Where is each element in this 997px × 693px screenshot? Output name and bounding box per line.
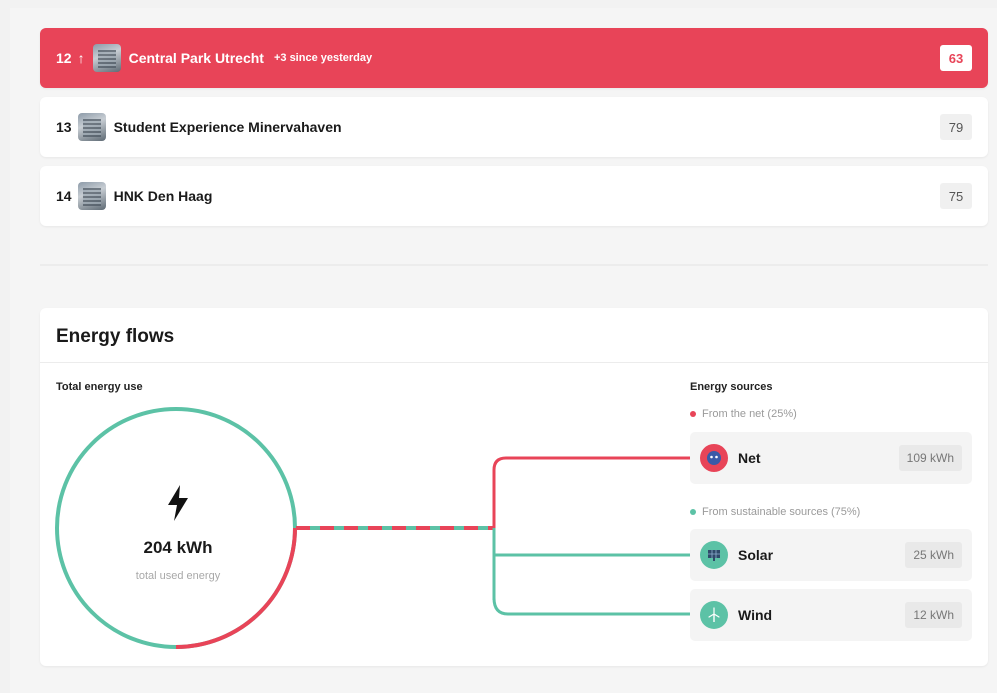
solar-panel-icon (700, 541, 728, 569)
lightning-bolt-icon (168, 485, 188, 521)
source-value: 12 kWh (905, 602, 962, 628)
source-net[interactable]: Net 109 kWh (690, 432, 972, 484)
total-energy-value: 204 kWh (143, 538, 213, 557)
net-flow-line (492, 456, 690, 528)
source-value: 25 kWh (905, 542, 962, 568)
wind-turbine-icon (700, 601, 728, 629)
source-value: 109 kWh (898, 445, 962, 471)
source-name: Solar (738, 547, 774, 563)
wind-flow-line (492, 597, 690, 616)
source-solar[interactable]: Solar 25 kWh (690, 529, 972, 581)
total-energy-caption: total used energy (135, 570, 221, 582)
source-name: Wind (738, 607, 773, 623)
source-wind[interactable]: Wind 12 kWh (690, 589, 972, 641)
source-name: Net (738, 450, 761, 466)
plug-icon (700, 444, 728, 472)
